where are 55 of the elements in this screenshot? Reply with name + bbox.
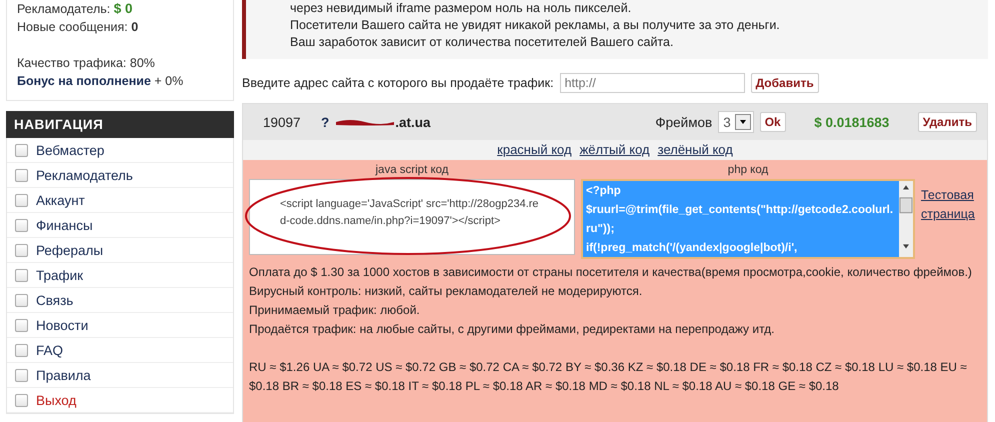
notice-text: Ваш заработок зависит от количества посетителей Вашего сайта. [290, 34, 674, 51]
info-text: Вирусный контроль: низкий, сайты рекламодателей не модерируются. [249, 283, 644, 300]
nav-item[interactable]: Правила [7, 363, 233, 388]
nav-item[interactable]: Новости [7, 313, 233, 338]
checkbox[interactable] [15, 194, 28, 206]
test-page-link[interactable]: Тестовая страница [921, 186, 981, 224]
checkbox[interactable] [15, 244, 28, 256]
nav-item[interactable]: Трафик [7, 263, 233, 288]
add-button[interactable]: Добавить [750, 73, 819, 93]
code-color-link[interactable]: зелёный код [658, 142, 733, 158]
stat-line: Бонус на пополнение + 0% [17, 73, 184, 90]
js-code-field[interactable]: <script language='JavaScript' src='http://28ogp234.red-code.ddns.name/in.php?i=19097'></script> [249, 179, 575, 255]
site-domain: .at.ua [395, 114, 431, 130]
redaction-scribble [335, 118, 396, 126]
scrollbar[interactable] [899, 181, 913, 257]
frames-label: Фреймов [655, 114, 712, 130]
code-color-link[interactable]: жёлтый код [580, 142, 650, 158]
nav-item[interactable]: Аккаунт [7, 188, 233, 213]
nav-item[interactable]: Вебмастер [7, 138, 233, 163]
nav-header: НАВИГАЦИЯ [6, 111, 234, 138]
checkbox[interactable] [15, 368, 28, 382]
site-address-label: Введите адрес сайта с которого вы продаёте трафик: [242, 76, 554, 90]
ok-button[interactable]: Ok [760, 112, 786, 132]
info-text: Продаётся трафик: на любые сайты, с другими фреймами, редиректами на перепродажу итд. [249, 321, 776, 338]
nav-item[interactable]: FAQ [7, 338, 233, 363]
code-color-link[interactable]: красный код [497, 142, 572, 158]
checkbox[interactable] [15, 144, 28, 156]
frames-select[interactable]: 3 [718, 111, 754, 133]
help-link[interactable]: ? [321, 114, 330, 130]
notice-text: Посетители Вашего сайта не увидят никакой рекламы, а вы получите за это деньги. [290, 17, 781, 34]
stat-line: Новые сообщения: 0 [17, 19, 140, 36]
info-text: Оплата до $ 1.30 за 1000 хостов в зависимости от страны посетителя и качества(время просмотра,cookie, количество фреймов.) [249, 264, 973, 281]
earnings: $ 0.0181683 [813, 114, 890, 130]
checkbox[interactable] [15, 294, 28, 306]
nav-item[interactable]: Выход [7, 388, 233, 413]
checkbox[interactable] [15, 218, 28, 232]
checkbox[interactable] [15, 394, 28, 406]
php-code-label: php код [728, 164, 768, 176]
checkbox[interactable] [15, 344, 28, 356]
stat-line: Качество трафика: 80% [17, 55, 156, 72]
site-address-field[interactable]: http:// [560, 73, 745, 93]
nav-item[interactable]: Связь [7, 288, 233, 313]
info-text: Принимаемый трафик: любой. [249, 302, 421, 319]
nav-item[interactable]: Рефералы [7, 238, 233, 263]
checkbox[interactable] [15, 168, 28, 182]
stat-line: Рекламодатель: $ 0 [17, 0, 134, 18]
site-id: 19097 [263, 114, 302, 130]
js-code-label: java script код [376, 164, 448, 176]
checkbox[interactable] [15, 268, 28, 282]
rates-text: RU ≈ $1.26 UA ≈ $0.72 US ≈ $0.72 GB ≈ $0.72 CA ≈ $0.72 BY ≈ $0.36 KZ ≈ $0.18 DE ≈ $0.18 FR ≈ $0.18 CZ ≈ $0.18 LU ≈ $0.18 EU ≈ $0.18 BR ≈ $0.18 ES ≈ $0.18 IT ≈ $0.18 PL ≈ $0.18 AR ≈ $0.18 MD ≈ $0.18 NL ≈ $0.18 AU ≈ $0.18 GE ≈ $0.18 [249, 359, 968, 395]
nav-item[interactable]: Рекламодатель [7, 163, 233, 188]
nav-item[interactable]: Финансы [7, 213, 233, 238]
notice-text: через невидимый iframe размером ноль на ноль пикселей. [290, 0, 632, 17]
delete-button[interactable]: Удалить [918, 112, 977, 132]
checkbox[interactable] [15, 318, 28, 332]
